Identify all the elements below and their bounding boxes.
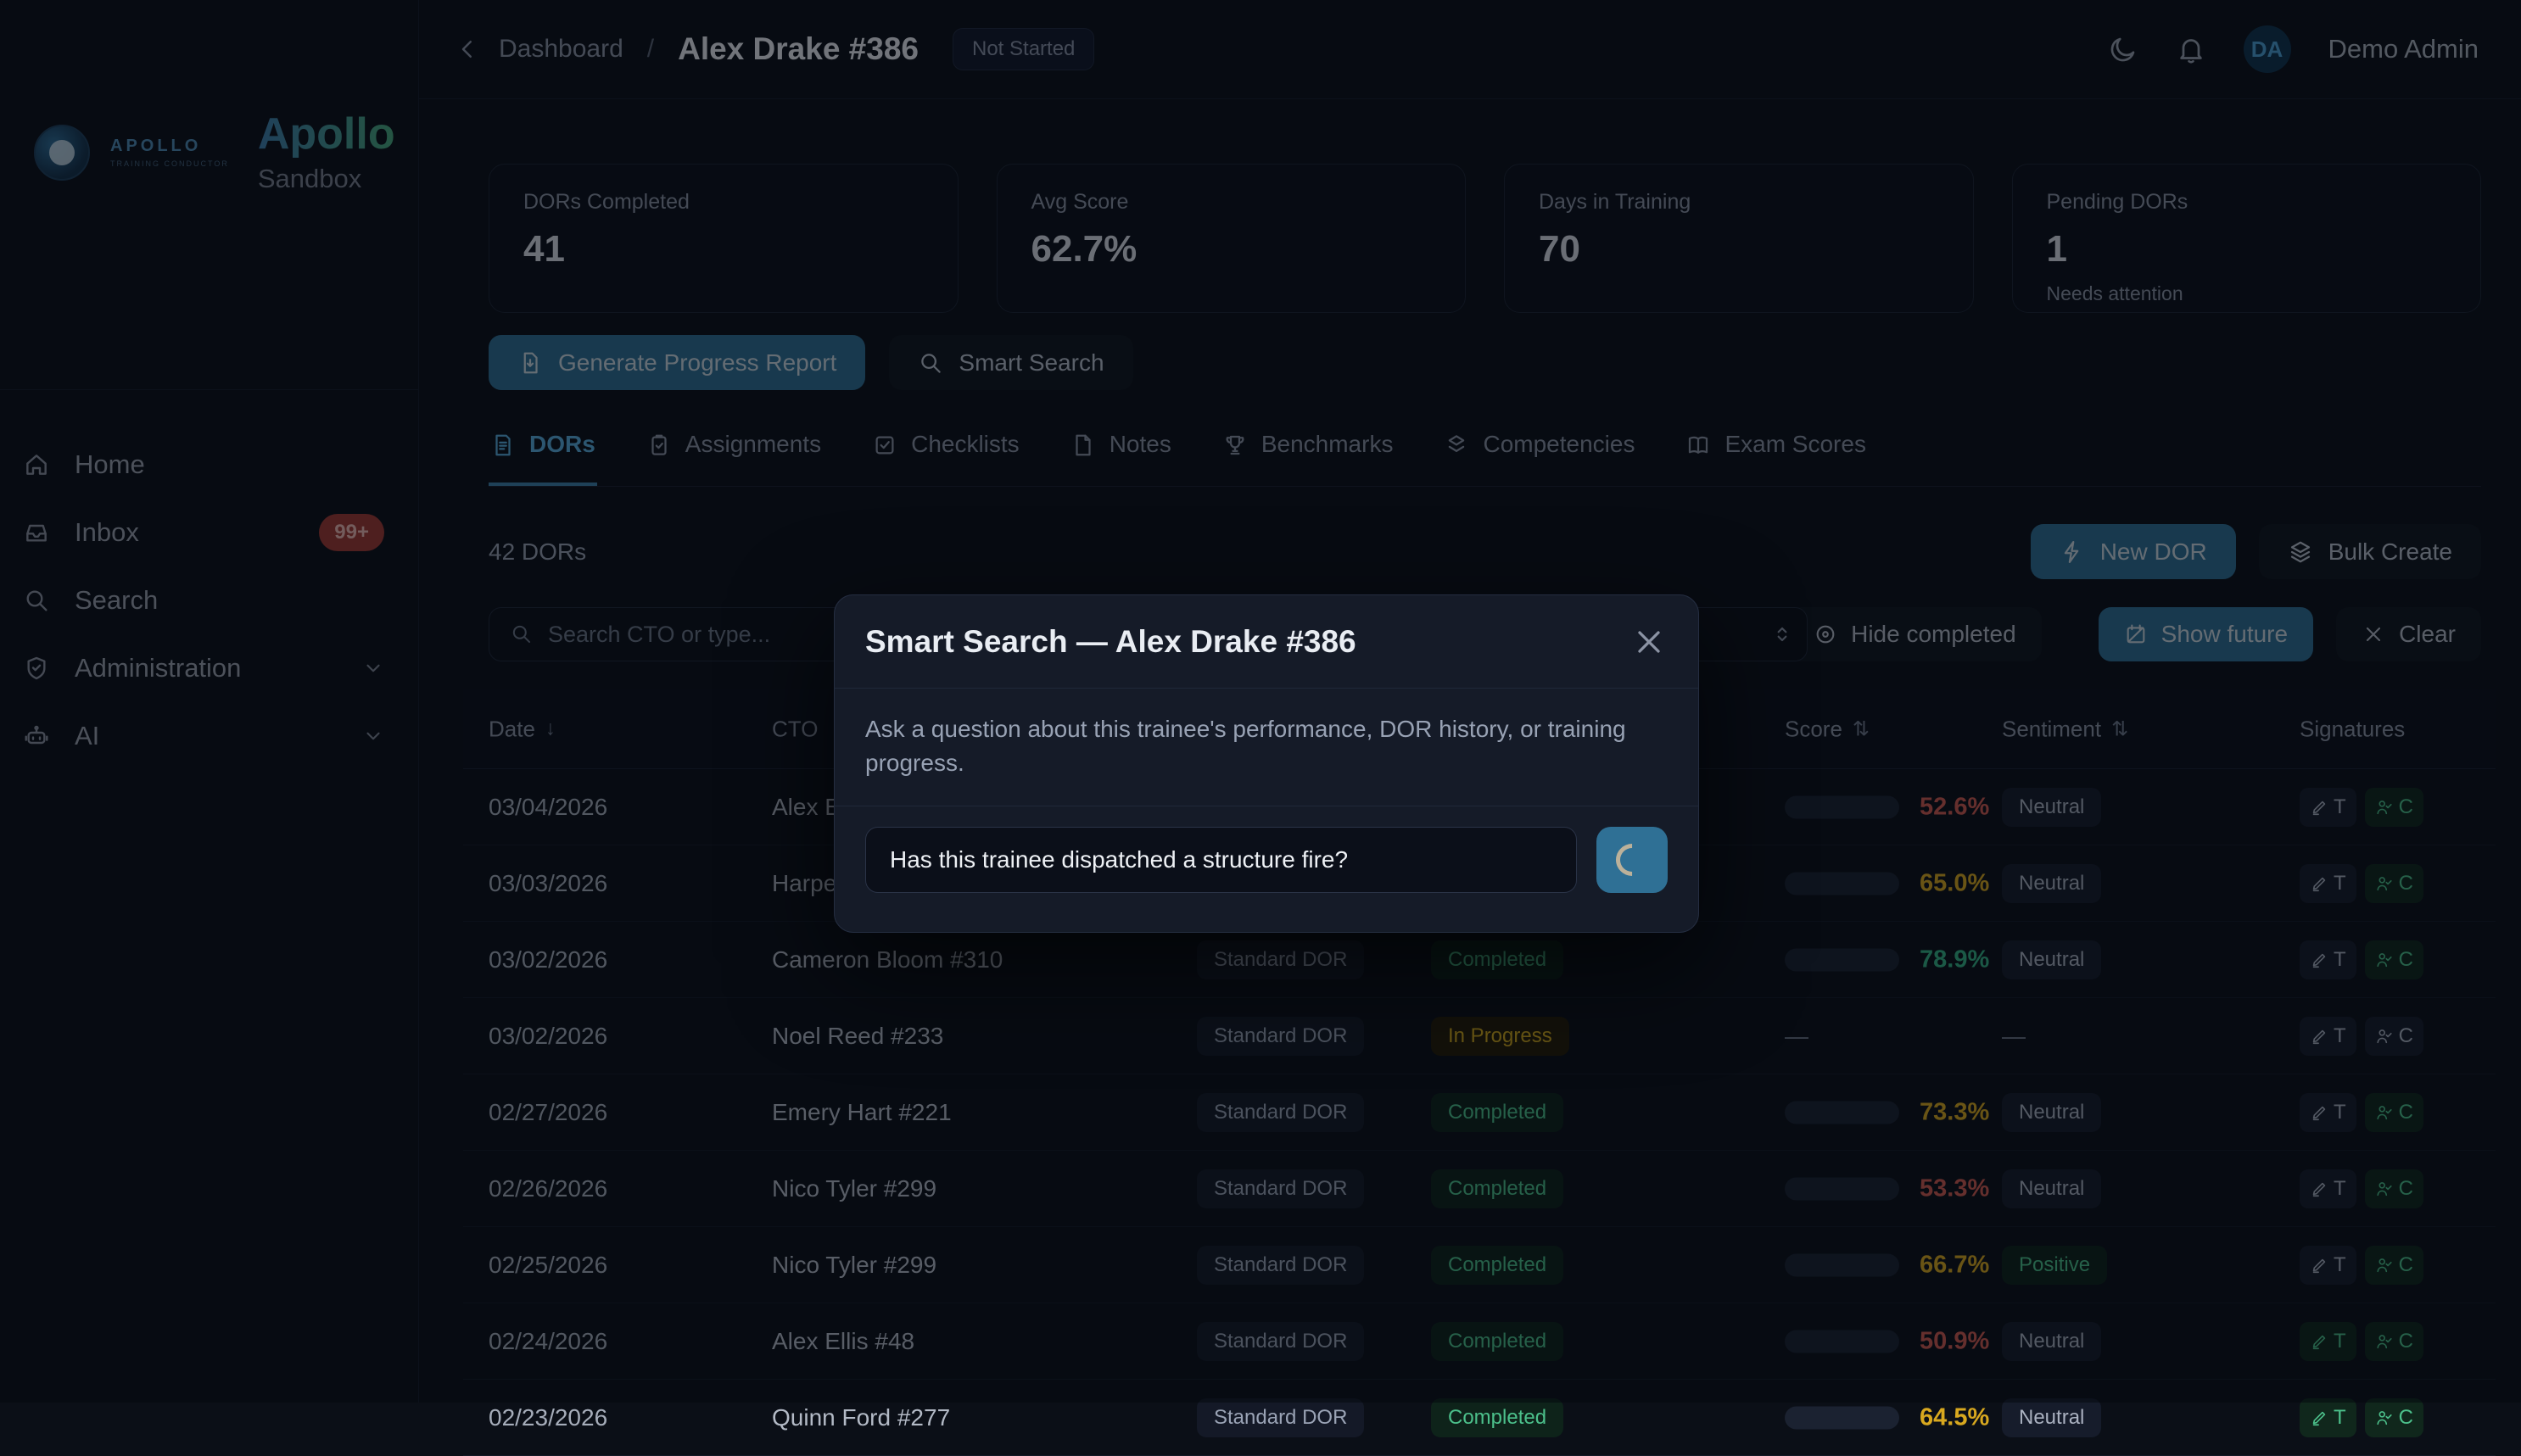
pen-icon <box>2310 1409 2328 1427</box>
dor-status-badge: Completed <box>1431 1398 1563 1437</box>
dor-score: 64.5% <box>1785 1403 1989 1431</box>
modal-header: Smart Search — Alex Drake #386 <box>835 595 1698 689</box>
score-progress-track <box>1785 1406 1899 1429</box>
dor-sentiment-badge: Neutral <box>2002 1398 2101 1437</box>
loading-spinner-icon <box>1609 837 1655 883</box>
dor-signatures: TC <box>2300 1398 2423 1437</box>
modal-footer <box>835 806 1698 913</box>
dor-type: Standard DOR <box>1197 1398 1364 1437</box>
submit-question-button[interactable] <box>1596 827 1668 893</box>
smart-search-question-input[interactable] <box>865 827 1577 893</box>
modal-title: Smart Search — Alex Drake #386 <box>865 624 1356 660</box>
cto-signature-badge[interactable]: C <box>2365 1398 2423 1437</box>
dor-date: 02/23/2026 <box>489 1404 607 1431</box>
dor-cto: Quinn Ford #277 <box>772 1404 950 1431</box>
trainee-signature-badge[interactable]: T <box>2300 1398 2356 1437</box>
close-icon[interactable] <box>1630 623 1668 661</box>
smart-search-modal: Smart Search — Alex Drake #386 Ask a que… <box>834 594 1699 933</box>
modal-description: Ask a question about this trainee's perf… <box>835 689 1698 806</box>
user-check-icon <box>2375 1409 2394 1427</box>
